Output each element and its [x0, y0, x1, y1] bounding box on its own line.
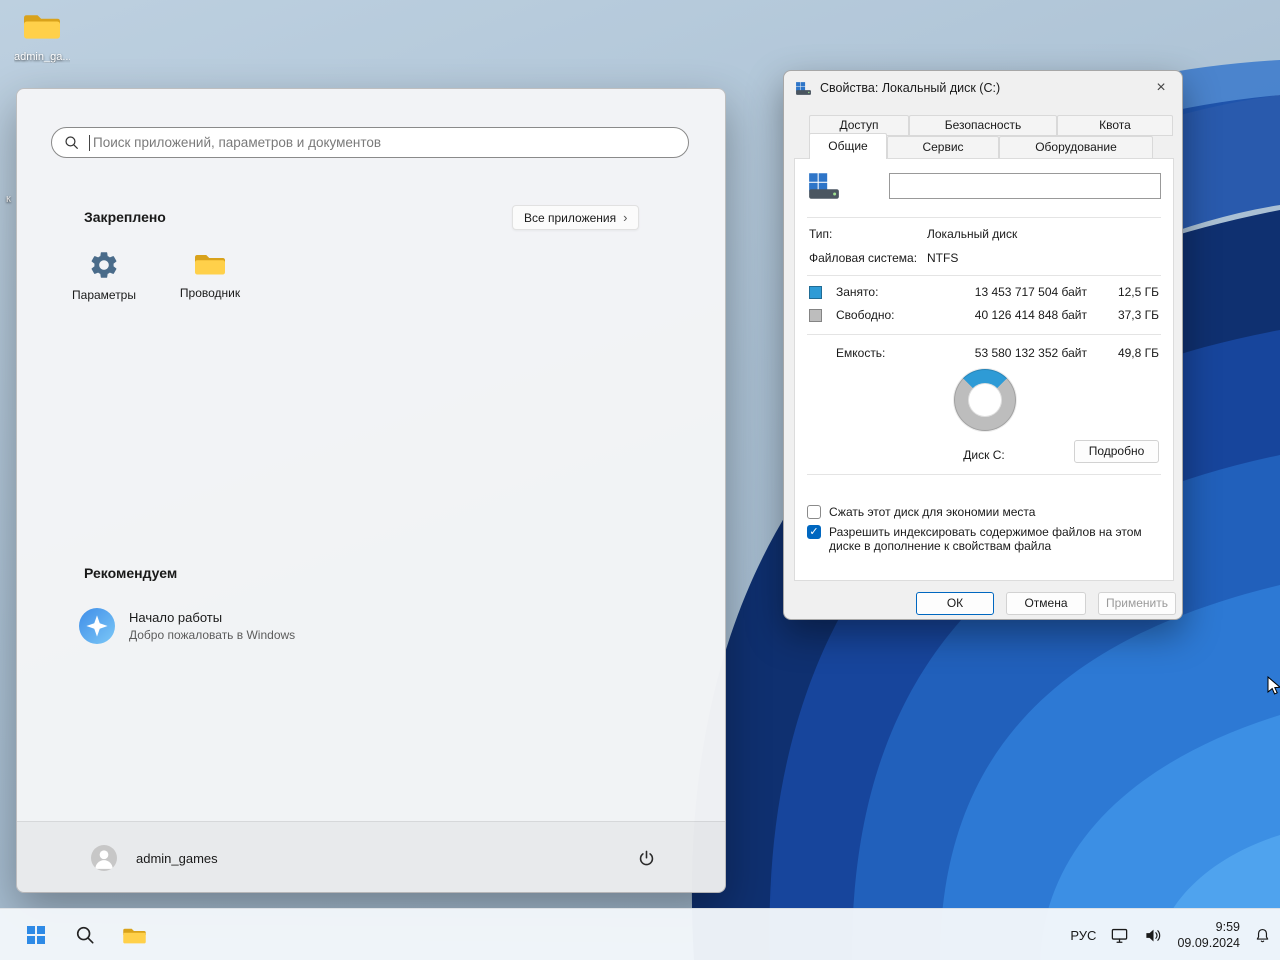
tab-row-front: Общие Сервис Оборудование: [809, 133, 1153, 159]
separator: [807, 334, 1161, 335]
used-label: Занято:: [836, 285, 879, 299]
type-label: Тип:: [809, 227, 833, 241]
separator: [807, 474, 1161, 475]
clock-date: 09.09.2024: [1177, 936, 1240, 950]
tab-quota[interactable]: Квота: [1057, 115, 1173, 136]
capacity-size: 49,8 ГБ: [1117, 346, 1159, 360]
index-checkbox-row[interactable]: ✓ Разрешить индексировать содержимое фай…: [807, 525, 1157, 553]
disk-usage-pie-chart: [954, 369, 1016, 431]
all-apps-label: Все приложения: [524, 210, 617, 225]
start-button[interactable]: [16, 915, 56, 955]
tab-general[interactable]: Общие: [809, 133, 887, 159]
pinned-app-label: Проводник: [179, 286, 241, 300]
pinned-app-label: Параметры: [72, 288, 136, 302]
user-name[interactable]: admin_games: [136, 851, 218, 866]
get-started-icon: [79, 608, 115, 644]
checkbox-checked-icon[interactable]: ✓: [807, 525, 821, 539]
search-placeholder: Поиск приложений, параметров и документо…: [93, 135, 382, 150]
disk-properties-dialog: Свойства: Локальный диск (C:) × Доступ Б…: [783, 70, 1183, 620]
free-color-swatch: [809, 308, 822, 322]
taskbar: РУС 9:59 09.09.2024: [0, 908, 1280, 960]
checkbox-unchecked-icon[interactable]: [807, 505, 821, 519]
mouse-cursor: [1267, 676, 1280, 695]
text-cursor: [89, 134, 90, 151]
desktop-icon-admin-games[interactable]: admin_ga...: [14, 8, 70, 63]
taskbar-search-button[interactable]: [65, 915, 105, 955]
search-icon: [64, 135, 79, 150]
all-apps-button[interactable]: Все приложения ›: [512, 205, 640, 230]
details-button[interactable]: Подробно: [1074, 440, 1159, 463]
taskbar-explorer-button[interactable]: [114, 915, 154, 955]
used-bytes: 13 453 717 504 байт: [974, 285, 1087, 299]
drive-icon: [809, 173, 839, 199]
free-label: Свободно:: [836, 308, 895, 322]
recommended-item-subtitle: Добро пожаловать в Windows: [129, 628, 296, 642]
pinned-app-settings[interactable]: Параметры: [56, 249, 152, 315]
close-icon[interactable]: ×: [1148, 77, 1174, 99]
compress-checkbox-row[interactable]: Сжать этот диск для экономии места: [807, 505, 1157, 519]
power-button[interactable]: [626, 838, 666, 878]
pinned-header: Закреплено: [84, 209, 166, 225]
tab-security[interactable]: Безопасность: [909, 115, 1057, 136]
folder-icon: [24, 15, 60, 39]
volume-label-input[interactable]: [889, 173, 1161, 199]
start-menu-user-bar: admin_games: [17, 821, 725, 893]
capacity-bytes: 53 580 132 352 байт: [974, 346, 1087, 360]
clock-time: 9:59: [1215, 919, 1240, 934]
windows-logo-icon: [26, 925, 46, 945]
folder-icon: [122, 928, 146, 943]
separator: [807, 275, 1161, 276]
dialog-titlebar[interactable]: Свойства: Локальный диск (C:): [784, 71, 1182, 105]
free-space-row: Свободно: 40 126 414 848 байт 37,3 ГБ: [809, 305, 1159, 325]
index-checkbox-label: Разрешить индексировать содержимое файло…: [829, 525, 1142, 553]
language-indicator[interactable]: РУС: [1070, 928, 1096, 943]
compress-checkbox-label: Сжать этот диск для экономии места: [829, 505, 1036, 519]
search-input[interactable]: Поиск приложений, параметров и документо…: [51, 127, 689, 158]
filesystem-value: NTFS: [927, 251, 959, 265]
search-icon: [76, 926, 94, 944]
filesystem-label: Файловая система:: [809, 251, 918, 265]
recommended-header: Рекомендуем: [84, 565, 178, 581]
network-icon[interactable]: [1109, 926, 1130, 945]
tab-tools[interactable]: Сервис: [887, 136, 999, 158]
partial-desktop-label: к: [6, 193, 11, 205]
used-space-row: Занято: 13 453 717 504 байт 12,5 ГБ: [809, 282, 1159, 302]
capacity-label: Емкость:: [836, 346, 886, 360]
speaker-icon[interactable]: [1143, 926, 1164, 945]
drive-small-icon: [796, 81, 811, 95]
type-value: Локальный диск: [927, 227, 1018, 241]
capacity-row: Емкость: 53 580 132 352 байт 49,8 ГБ: [809, 343, 1159, 363]
filesystem-row: Файловая система: NTFS: [809, 251, 1159, 269]
type-row: Тип: Локальный диск: [809, 227, 1159, 245]
person-icon: [95, 850, 113, 869]
dialog-title: Свойства: Локальный диск (C:): [820, 81, 1001, 95]
notifications-bell-icon[interactable]: [1253, 926, 1272, 945]
separator: [807, 217, 1161, 218]
tab-hardware[interactable]: Оборудование: [999, 136, 1153, 158]
desktop: admin_ga... к Поиск приложений, параметр…: [0, 0, 1280, 960]
cancel-button[interactable]: Отмена: [1006, 592, 1086, 615]
recommended-item-get-started[interactable]: Начало работы Добро пожаловать в Windows: [79, 608, 295, 644]
power-icon: [639, 850, 653, 865]
tab-page-general: Тип: Локальный диск Файловая система: NT…: [794, 158, 1174, 581]
avatar[interactable]: [91, 845, 117, 871]
gear-icon: [91, 252, 117, 278]
recommended-item-title: Начало работы: [129, 610, 223, 625]
pinned-app-explorer[interactable]: Проводник: [162, 249, 258, 315]
clock[interactable]: 9:59 09.09.2024: [1177, 919, 1240, 952]
used-size: 12,5 ГБ: [1117, 285, 1159, 299]
start-menu: Поиск приложений, параметров и документо…: [16, 88, 726, 893]
free-size: 37,3 ГБ: [1117, 308, 1159, 322]
free-bytes: 40 126 414 848 байт: [974, 308, 1087, 322]
desktop-icon-label: admin_ga...: [14, 51, 70, 63]
folder-icon: [195, 255, 225, 275]
chevron-right-icon: ›: [623, 210, 628, 225]
used-color-swatch: [809, 285, 822, 299]
apply-button: Применить: [1098, 592, 1176, 615]
ok-button[interactable]: ОК: [916, 592, 994, 615]
